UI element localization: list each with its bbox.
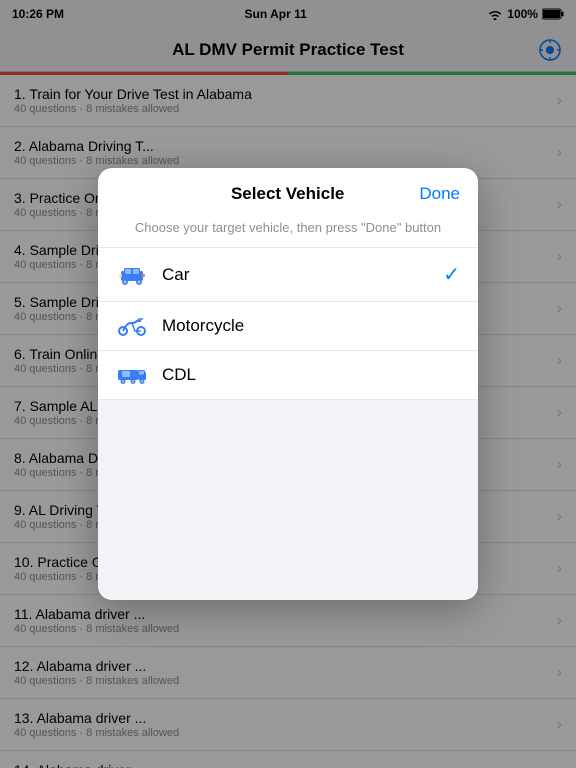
- car-check: ✓: [443, 262, 460, 287]
- modal-empty-area: [98, 400, 478, 600]
- select-vehicle-modal: Select Vehicle Done Choose your target v…: [98, 168, 478, 600]
- car-option[interactable]: Car ✓: [98, 248, 478, 302]
- motorcycle-label: Motorcycle: [162, 316, 460, 336]
- cdl-icon: [116, 365, 148, 385]
- modal-title: Select Vehicle: [156, 184, 419, 204]
- done-button[interactable]: Done: [419, 184, 460, 204]
- modal-overlay: Select Vehicle Done Choose your target v…: [0, 0, 576, 768]
- modal-header: Select Vehicle Done: [98, 168, 478, 214]
- car-icon: [116, 265, 148, 285]
- car-label: Car: [162, 265, 443, 285]
- modal-subtitle: Choose your target vehicle, then press "…: [98, 214, 478, 248]
- cdl-label: CDL: [162, 365, 460, 385]
- cdl-option[interactable]: CDL: [98, 351, 478, 400]
- motorcycle-icon: [116, 316, 148, 336]
- motorcycle-option[interactable]: Motorcycle: [98, 302, 478, 351]
